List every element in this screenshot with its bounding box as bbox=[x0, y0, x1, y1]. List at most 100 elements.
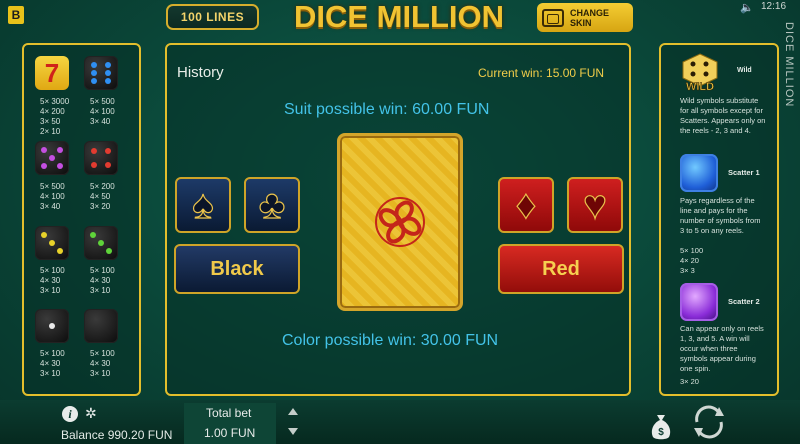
history-label: History bbox=[177, 64, 224, 81]
scatter-1-text-line: line and pays for the bbox=[680, 206, 748, 215]
seven-payouts: 5× 3000 4× 200 3× 50 2× 10 bbox=[40, 97, 69, 137]
scatter-1-payouts: 5× 100 4× 20 3× 3 bbox=[680, 246, 703, 276]
payout-line: 4× 30 bbox=[40, 276, 61, 285]
payout-line: 3× 10 bbox=[40, 286, 61, 295]
moneybag-icon[interactable]: $ bbox=[649, 411, 673, 441]
payout-line: 4× 30 bbox=[90, 359, 111, 368]
red-die-payouts: 5× 200 4× 50 3× 20 bbox=[90, 182, 115, 212]
wild-text-line: Scatters. Appears only on bbox=[680, 116, 766, 125]
change-skin-button[interactable]: CHANGE SKIN bbox=[537, 3, 633, 32]
green-die-symbol bbox=[84, 226, 118, 260]
total-bet-value: 1.00 FUN bbox=[204, 426, 256, 440]
change-skin-label-line1: CHANGE bbox=[570, 7, 610, 18]
payout-line: 3× 10 bbox=[40, 369, 61, 378]
total-bet-label: Total bet bbox=[206, 406, 252, 420]
payout-line: 5× 100 bbox=[90, 349, 115, 358]
scatter-1-title: Scatter 1 bbox=[728, 168, 760, 177]
color-possible-win: Color possible win: 30.00 FUN bbox=[282, 332, 499, 349]
seven-symbol: 7 bbox=[35, 56, 69, 90]
game-title: DICE MILLION bbox=[293, 0, 505, 34]
heart-button[interactable]: ♥ bbox=[567, 177, 623, 233]
scatter-2-text-line: 1, 3, and 5. A win will bbox=[680, 334, 750, 343]
scatter-2-description: Can appear only on reels 1, 3, and 5. A … bbox=[680, 324, 764, 374]
current-win: Current win: 15.00 FUN bbox=[478, 66, 605, 80]
change-skin-label: CHANGE SKIN bbox=[570, 8, 609, 28]
payout-line: 5× 100 bbox=[40, 349, 65, 358]
scatter-2-text-line: Can appear only on reels bbox=[680, 324, 764, 333]
wild-icon: WILD bbox=[682, 53, 718, 92]
wild-text-line: the reels - 2, 3 and 4. bbox=[680, 126, 751, 135]
wild-title: Wild bbox=[737, 67, 752, 74]
scatter-2-text-line: symbols appear during bbox=[680, 354, 756, 363]
payout-line: 5× 200 bbox=[90, 182, 115, 191]
payout-line: 5× 100 bbox=[680, 246, 704, 255]
payout-line: 4× 100 bbox=[90, 107, 115, 116]
white-die-symbol bbox=[35, 309, 69, 343]
scatter-1-icon bbox=[680, 154, 718, 192]
spade-button[interactable]: ♠ bbox=[175, 177, 231, 233]
wild-icon-text: WILD bbox=[686, 81, 714, 92]
payout-line: 3× 40 bbox=[40, 202, 61, 211]
scatter-2-icon bbox=[680, 283, 718, 321]
payout-line: 3× 10 bbox=[90, 286, 111, 295]
yellow-die-symbol bbox=[35, 226, 69, 260]
scatter-2-text-line: occur when three bbox=[680, 344, 738, 353]
bet-increase-icon[interactable] bbox=[288, 408, 298, 415]
sound-icon[interactable]: 🔈 bbox=[740, 1, 754, 14]
red-die-symbol bbox=[84, 141, 118, 175]
change-skin-label-line2: SKIN bbox=[570, 17, 592, 28]
balance: Balance 990.20 FUN bbox=[61, 428, 173, 442]
payout-line: 4× 200 bbox=[40, 107, 65, 116]
payout-line: 3× 10 bbox=[90, 369, 111, 378]
bet-decrease-icon[interactable] bbox=[288, 428, 298, 435]
payout-line: 5× 500 bbox=[40, 182, 65, 191]
wild-description: Wild symbols substitute for all symbols … bbox=[680, 96, 765, 136]
spin-icon[interactable] bbox=[689, 402, 729, 442]
scatter-1-text-line: Pays regardless of the bbox=[680, 196, 755, 205]
club-button[interactable]: ♣ bbox=[244, 177, 300, 233]
vertical-game-title: DICE MILLION bbox=[783, 22, 795, 108]
payout-line: 4× 30 bbox=[40, 359, 61, 368]
brand-logo: B bbox=[8, 6, 24, 24]
payout-line: 3× 20 bbox=[680, 377, 699, 386]
scatter-1-text-line: number of symbols from bbox=[680, 216, 761, 225]
white-die-payouts: 5× 100 4× 30 3× 10 bbox=[40, 349, 65, 379]
payout-line: 5× 500 bbox=[90, 97, 115, 106]
heart-icon: ♥ bbox=[583, 182, 608, 227]
face-down-card bbox=[337, 133, 463, 311]
lines-button[interactable]: 100 LINES bbox=[166, 4, 259, 30]
scatter-2-title: Scatter 2 bbox=[728, 297, 760, 306]
black-die-symbol bbox=[84, 309, 118, 343]
black-button[interactable]: Black bbox=[174, 244, 300, 294]
black-die-payouts: 5× 100 4× 30 3× 10 bbox=[90, 349, 115, 379]
payout-line: 5× 3000 bbox=[40, 97, 70, 106]
celtic-knot-icon bbox=[375, 197, 425, 247]
payout-line: 4× 20 bbox=[680, 256, 699, 265]
scatter-1-text-line: 3 to 5 on any reels. bbox=[680, 226, 744, 235]
payout-line: 4× 30 bbox=[90, 276, 111, 285]
payout-line: 3× 3 bbox=[680, 266, 695, 275]
info-icon[interactable]: i bbox=[62, 406, 78, 422]
diamond-button[interactable]: ♦ bbox=[498, 177, 554, 233]
payout-line: 3× 20 bbox=[90, 202, 111, 211]
blue-die-symbol bbox=[84, 56, 118, 90]
payout-line: 4× 100 bbox=[40, 192, 65, 201]
spade-icon: ♠ bbox=[192, 182, 214, 227]
purple-die-symbol bbox=[35, 141, 69, 175]
green-die-payouts: 5× 100 4× 30 3× 10 bbox=[90, 266, 115, 296]
payout-line: 5× 100 bbox=[90, 266, 115, 275]
blue-die-payouts: 5× 500 4× 100 3× 40 bbox=[90, 97, 115, 127]
club-icon: ♣ bbox=[258, 182, 286, 227]
payout-line: 5× 100 bbox=[40, 266, 65, 275]
gear-icon[interactable]: ✲ bbox=[85, 405, 97, 422]
wild-text-line: for all symbols except for bbox=[680, 106, 763, 115]
payout-line: 3× 50 bbox=[40, 117, 61, 126]
payout-line: 3× 40 bbox=[90, 117, 111, 126]
red-button[interactable]: Red bbox=[498, 244, 624, 294]
clock: 12:16 bbox=[761, 1, 787, 12]
svg-text:$: $ bbox=[658, 427, 664, 438]
scatter-2-text-line: one spin. bbox=[680, 364, 711, 373]
payout-line: 2× 10 bbox=[40, 127, 61, 136]
suit-possible-win: Suit possible win: 60.00 FUN bbox=[284, 101, 490, 118]
yellow-die-payouts: 5× 100 4× 30 3× 10 bbox=[40, 266, 65, 296]
